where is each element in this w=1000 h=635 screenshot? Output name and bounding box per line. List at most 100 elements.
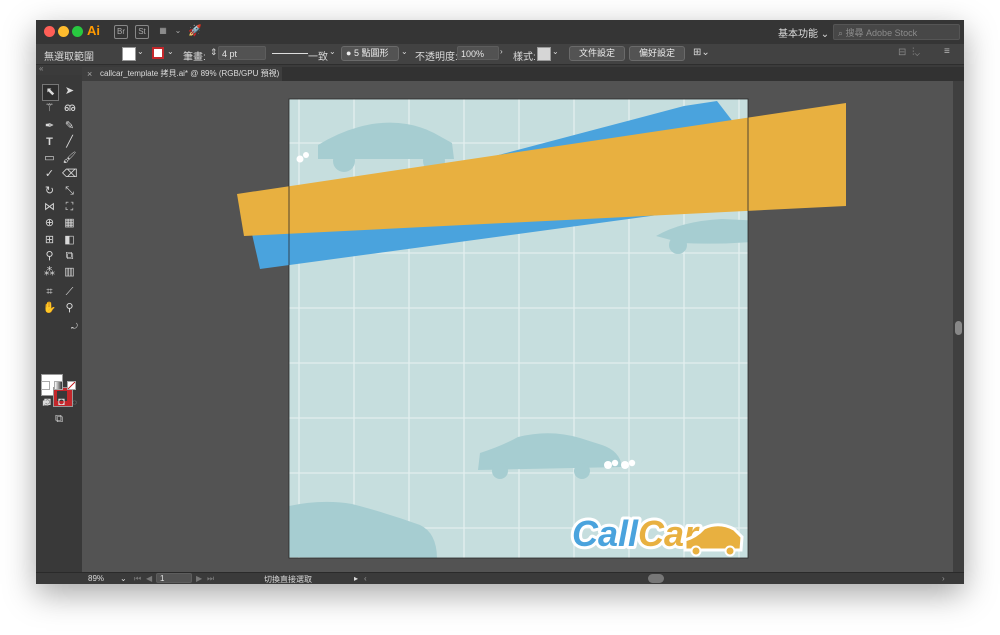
document-tab[interactable]: × callcar_template 拷貝.ai* @ 89% (RGB/GPU… xyxy=(82,67,282,81)
arrange-documents-icon[interactable]: ▦ xyxy=(157,25,169,37)
chevron-down-icon[interactable]: ⌄ xyxy=(552,47,559,56)
slice-tool-icon[interactable]: ⟋ xyxy=(62,285,77,300)
chevron-right-icon[interactable]: › xyxy=(500,47,503,56)
draw-inside-icon[interactable]: ◌ xyxy=(67,395,82,410)
exhaust-puff xyxy=(621,461,629,469)
selection-tool-icon[interactable]: ⬉ xyxy=(42,84,59,101)
title-bar: Ai Br St ▦ ⌄ 🚀 基本功能 ⌄ ⌕ 搜尋 Adobe Stock xyxy=(36,20,964,45)
type-tool-icon[interactable]: T xyxy=(42,135,57,150)
column-graph-tool-icon[interactable]: ▥ xyxy=(62,265,77,280)
stroke-label: 筆畫: xyxy=(183,52,206,63)
scroll-left-icon[interactable]: ‹ xyxy=(364,574,367,583)
artboard-number: 1 xyxy=(160,574,165,583)
arrange-icon[interactable]: ⊞⌄ xyxy=(693,47,710,58)
symbol-sprayer-tool-icon[interactable]: ⁂ xyxy=(42,265,57,280)
shape-builder-tool-icon[interactable]: ⊕ xyxy=(42,216,57,231)
width-tool-icon[interactable]: ⋈ xyxy=(42,200,57,215)
screen-mode-icon[interactable]: ⧉ xyxy=(50,412,68,427)
eraser-tool-icon[interactable]: ⌫ xyxy=(62,167,78,182)
stroke-profile-label[interactable]: 一致 xyxy=(308,48,328,63)
vertical-scrollbar[interactable] xyxy=(953,81,964,572)
collapse-panel-icon[interactable]: « xyxy=(39,64,43,73)
workspace-label: 基本功能 xyxy=(778,29,818,40)
vertical-scroll-thumb[interactable] xyxy=(955,321,962,335)
hand-tool-icon[interactable]: ✋ xyxy=(42,301,57,316)
swap-colors-icon[interactable]: ⤾ xyxy=(67,319,82,334)
previous-artboard-icon[interactable]: ◀ xyxy=(146,574,152,583)
curvature-tool-icon[interactable]: ✎ xyxy=(62,119,77,134)
exhaust-puff xyxy=(611,459,619,467)
scroll-right-icon[interactable]: › xyxy=(942,574,945,583)
exhaust-puff xyxy=(296,155,304,163)
chevron-down-icon[interactable]: ⌄ xyxy=(137,47,144,56)
tools-panel: ⬉ ➤ ⚚ ഌ ✒ ✎ T ╱ ▭ 🖌 ✓ ⌫ ↻ ⤡ ⋈ ⛶ ⊕ ▦ ⊞ ◧ … xyxy=(36,75,82,575)
graphic-style-swatch[interactable] xyxy=(537,47,551,61)
rotate-tool-icon[interactable]: ↻ xyxy=(42,184,57,199)
chevron-down-icon[interactable]: ⌄ xyxy=(401,47,408,56)
last-artboard-icon[interactable]: ⏭ xyxy=(207,574,214,584)
zoom-tool-icon[interactable]: ⚲ xyxy=(62,301,77,316)
align-icon[interactable]: ⊟ xyxy=(898,47,906,58)
rectangle-tool-icon[interactable]: ▭ xyxy=(42,151,57,166)
chevron-down-icon[interactable]: ⌄ xyxy=(167,47,174,56)
gpu-performance-icon[interactable]: 🚀 xyxy=(188,25,202,37)
chevron-down-icon[interactable]: ⌄ xyxy=(120,574,127,583)
bridge-icon[interactable]: Br xyxy=(114,25,128,39)
stroke-profile-preview xyxy=(272,53,308,54)
draw-normal-icon[interactable]: ◙ xyxy=(40,395,55,410)
pen-tool-icon[interactable]: ✒ xyxy=(42,119,57,134)
blend-tool-icon[interactable]: ⧉ xyxy=(62,249,77,264)
close-window-button[interactable] xyxy=(44,26,55,37)
gradient-mode-icon[interactable] xyxy=(54,381,63,390)
stock-icon[interactable]: St xyxy=(135,25,149,39)
stock-search-input[interactable]: ⌕ 搜尋 Adobe Stock xyxy=(833,24,960,40)
eyedropper-tool-icon[interactable]: ⚲ xyxy=(42,249,57,264)
gradient-tool-icon[interactable]: ◧ xyxy=(62,233,77,248)
zoom-level[interactable]: 89% xyxy=(88,574,104,583)
stroke-swatch[interactable] xyxy=(152,47,164,59)
none-mode-icon[interactable] xyxy=(67,381,76,390)
car-wheel xyxy=(724,545,736,557)
chevron-down-icon[interactable]: ⌄ xyxy=(329,47,336,56)
fill-swatch[interactable] xyxy=(122,47,136,61)
artboard-number-field[interactable]: 1 xyxy=(156,573,192,583)
car-wheel xyxy=(574,463,590,479)
stepper-arrows-icon[interactable]: ⇕ xyxy=(210,47,218,58)
horizontal-scroll-thumb[interactable] xyxy=(648,574,664,583)
mesh-tool-icon[interactable]: ⊞ xyxy=(42,233,57,248)
workspace-switcher[interactable]: 基本功能 ⌄ xyxy=(778,25,829,40)
direct-selection-tool-icon[interactable]: ➤ xyxy=(62,84,77,99)
free-transform-tool-icon[interactable]: ⛶ xyxy=(62,200,77,215)
document-tab-bar: × callcar_template 拷貝.ai* @ 89% (RGB/GPU… xyxy=(82,67,964,81)
opacity-field[interactable]: 100% xyxy=(457,46,499,60)
opacity-value: 100% xyxy=(461,49,485,59)
stroke-weight-field[interactable]: 4 pt xyxy=(218,46,266,60)
car-wheel xyxy=(333,150,355,172)
minimize-window-button[interactable] xyxy=(58,26,69,37)
close-icon[interactable]: × xyxy=(87,67,92,81)
canvas-area[interactable]: CallCar xyxy=(82,81,953,572)
app-logo: Ai xyxy=(87,23,100,38)
document-setup-button[interactable]: 文件設定 xyxy=(569,46,625,61)
shaper-tool-icon[interactable]: ✓ xyxy=(42,167,57,182)
brush-definition-dropdown[interactable]: ● 5 點圓形 xyxy=(341,46,399,61)
color-mode-icon[interactable] xyxy=(41,381,50,390)
line-tool-icon[interactable]: ╱ xyxy=(62,135,77,150)
paintbrush-tool-icon[interactable]: 🖌 xyxy=(62,151,77,166)
perspective-grid-tool-icon[interactable]: ▦ xyxy=(62,216,77,231)
brush-label: 5 點圓形 xyxy=(353,48,389,58)
first-artboard-icon[interactable]: ⏮ xyxy=(134,574,141,584)
panel-menu-icon[interactable]: ≡ xyxy=(944,46,950,57)
status-menu-arrow-icon[interactable]: ▸ xyxy=(354,574,358,583)
stroke-weight-value: 4 pt xyxy=(222,49,238,59)
distribute-icon[interactable]: ⫶⌄ xyxy=(912,47,920,58)
lasso-tool-icon[interactable]: ഌ xyxy=(62,101,77,116)
scale-tool-icon[interactable]: ⤡ xyxy=(62,184,77,199)
maximize-window-button[interactable] xyxy=(72,26,83,37)
artboard-tool-icon[interactable]: ⌗ xyxy=(42,285,57,300)
car-wheel xyxy=(690,545,702,557)
chevron-down-icon[interactable]: ⌄ xyxy=(172,25,184,37)
next-artboard-icon[interactable]: ▶ xyxy=(196,574,202,583)
preferences-button[interactable]: 偏好設定 xyxy=(629,46,685,61)
magic-wand-tool-icon[interactable]: ⚚ xyxy=(42,101,57,116)
